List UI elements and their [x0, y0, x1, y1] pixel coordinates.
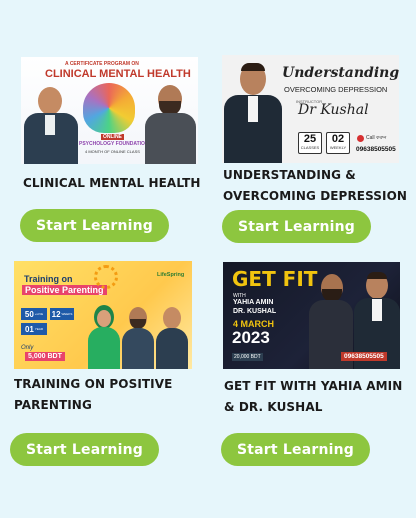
- thumb-headline: CLINICAL MENTAL HEALTH: [45, 68, 191, 80]
- live-classes-stat: 50 +LIVE: [21, 308, 47, 320]
- course-thumbnail[interactable]: GET FIT WITH YAHIA AMIN DR. KUSHAL 4 MAR…: [223, 262, 400, 369]
- thumb-fee: 20,000 BDT: [232, 353, 263, 361]
- sun-illustration: [94, 265, 118, 289]
- thumb-name2: DR. KUSHAL: [233, 308, 277, 315]
- course-title[interactable]: GET FIT WITH YAHIA AMIN & DR. KUSHAL: [224, 376, 409, 418]
- course-thumbnail[interactable]: Training on Positive Parenting LifeSprin…: [14, 261, 192, 369]
- instructor-photo-1: [86, 305, 122, 369]
- thumb-line2: OVERCOMING DEPRESSION: [284, 85, 388, 94]
- year-stat: 01 YEAR: [21, 323, 47, 335]
- brand-label: LifeSpring: [157, 272, 185, 278]
- instructor-left-photo: [21, 87, 81, 164]
- classes-stat: 25 CLASSES: [298, 132, 322, 154]
- brain-illustration: [83, 83, 135, 133]
- course-title[interactable]: TRAINING ON POSITIVE PARENTING: [14, 374, 199, 416]
- price-badge: 5,000 BDT: [25, 352, 65, 361]
- instructor-right-photo: [143, 85, 198, 164]
- weeks-stat: 12 WEEKS: [50, 308, 74, 320]
- instructor-photo: [224, 63, 282, 163]
- thumb-tag: ONLINE: [101, 134, 124, 140]
- start-learning-button[interactable]: Start Learning: [222, 210, 371, 243]
- instructor-signature: Dr Kushal: [298, 102, 369, 118]
- phone-number: 09638505505: [341, 352, 387, 361]
- only-label: Only: [21, 345, 34, 351]
- thumb-headline: GET FIT: [232, 267, 318, 291]
- course-thumbnail[interactable]: A CERTIFICATE PROGRAM ON CLINICAL MENTAL…: [21, 57, 198, 164]
- start-learning-button[interactable]: Start Learning: [10, 433, 159, 466]
- instructor-photo-3: [154, 307, 190, 369]
- phone-number: 09638505505: [356, 146, 396, 153]
- course-title[interactable]: UNDERSTANDING & OVERCOMING DEPRESSION: [223, 165, 408, 207]
- start-learning-button[interactable]: Start Learning: [20, 209, 169, 242]
- call-label: Call করুন: [366, 135, 387, 141]
- thumb-line1: Understanding &: [282, 65, 399, 81]
- course-title[interactable]: CLINICAL MENTAL HEALTH: [23, 173, 203, 194]
- thumb-line2: Positive Parenting: [22, 285, 107, 295]
- phone-icon: [357, 135, 364, 142]
- thumb-top-label: A CERTIFICATE PROGRAM ON: [65, 61, 139, 67]
- thumb-line1: Training on: [24, 274, 73, 284]
- start-learning-button[interactable]: Start Learning: [221, 433, 370, 466]
- thumb-name1: YAHIA AMIN: [233, 299, 274, 306]
- thumb-line2: 4 MONTH OF ONLINE CLASS: [85, 149, 140, 154]
- instructor-photo-2: [121, 307, 155, 369]
- weeks-stat: 02 WEEKLY: [326, 132, 350, 154]
- course-thumbnail[interactable]: Understanding & OVERCOMING DEPRESSION IN…: [222, 55, 399, 163]
- thumb-year: 2023: [232, 328, 270, 347]
